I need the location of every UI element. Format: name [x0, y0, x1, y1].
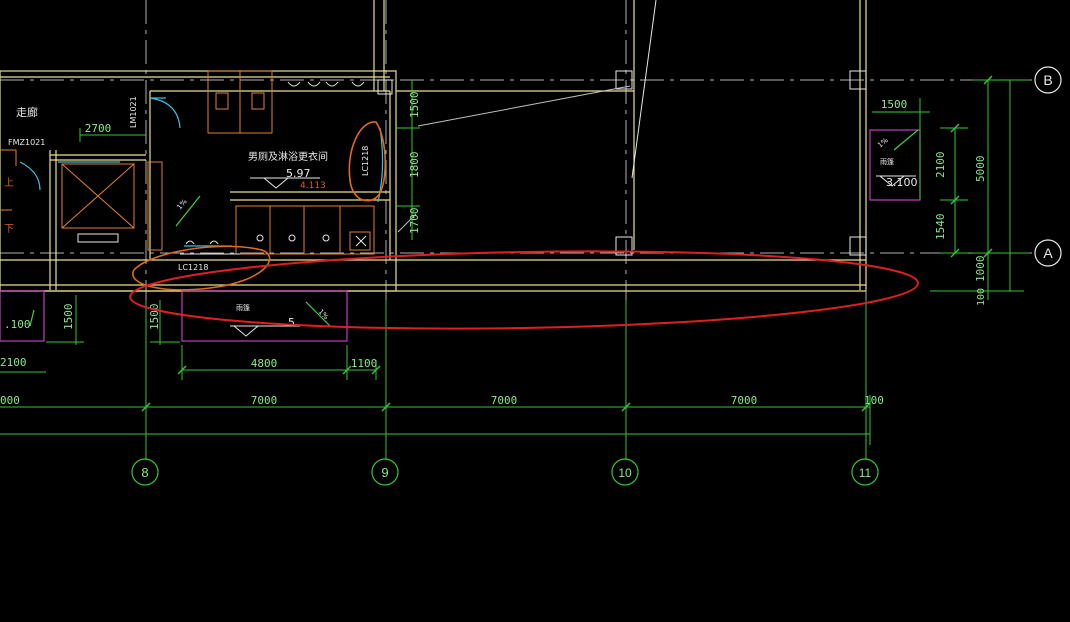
- door-fm-label: FMZ1021: [8, 138, 45, 147]
- elev-restroom: 5.97: [286, 167, 311, 180]
- elev-restroom-sub: 4.113: [300, 181, 326, 191]
- axis-label-a: A: [1043, 245, 1053, 261]
- axis-bubbles: [131, 66, 1062, 486]
- canopy-label: 雨篷: [236, 303, 250, 312]
- dim-right-2100: 2100: [934, 152, 947, 179]
- stair-up: 上: [4, 177, 14, 189]
- room-restroom: 男厕及淋浴更衣间: [248, 150, 328, 163]
- axis-label-9: 9: [381, 465, 388, 480]
- building-walls: [0, 0, 867, 292]
- dim-right-1540: 1540: [934, 214, 947, 241]
- axis-label-10: 10: [618, 466, 632, 480]
- elev-right: 3.100: [886, 176, 918, 189]
- door-lm-label: LM1021: [129, 96, 138, 128]
- stair-down: 下: [4, 224, 14, 235]
- canopies: [0, 129, 921, 342]
- room-corridor: 走廊: [16, 105, 38, 119]
- dim-sub-4800: 4800: [251, 357, 278, 370]
- lc-label-side: LC1218: [361, 146, 370, 176]
- dim-span-10-11: 7000: [731, 394, 758, 407]
- leader-line: [417, 85, 631, 127]
- slope-arrows: [29, 129, 919, 327]
- canopy-label-right: 雨篷: [880, 157, 894, 166]
- dim-right-1500: 1500: [881, 98, 908, 111]
- lc-label: LC1218: [178, 263, 208, 272]
- axis-label-11: 11: [859, 466, 872, 480]
- slope-label-1: 1%: [175, 197, 188, 211]
- dim-left-edge-100: .100: [4, 318, 31, 331]
- slope-label-3: 1%: [317, 308, 331, 322]
- axis-label-b: B: [1043, 72, 1052, 88]
- dim-left-1500-a: 1500: [62, 304, 75, 331]
- dim-col9-1700: 1700: [408, 208, 421, 235]
- dim-room-2700: 2700: [85, 122, 112, 135]
- structural-columns: [377, 70, 867, 256]
- dim-span-8-9: 7000: [251, 394, 278, 407]
- axis-gridlines: [0, 0, 1032, 460]
- dim-right-100: 100: [976, 288, 987, 306]
- slanted-line: [631, 0, 657, 179]
- elev-canopy: 5: [288, 316, 295, 329]
- elevator-shaft: [61, 161, 163, 251]
- dim-col9-1800: 1800: [408, 152, 421, 179]
- door-swings: [19, 97, 384, 247]
- dim-right-1000: 1000: [974, 256, 987, 283]
- dim-right-5000: 5000: [974, 156, 987, 183]
- dim-span-left: 000: [0, 394, 20, 407]
- red-markup-ellipse: [129, 250, 919, 330]
- dim-span-9-10: 7000: [491, 394, 518, 407]
- dim-span-right: 100: [864, 394, 884, 407]
- axis-label-8: 8: [141, 465, 148, 480]
- dim-left-edge-2100: 2100: [0, 356, 27, 369]
- dim-col9-1500: 1500: [408, 92, 421, 119]
- cad-drawing-canvas[interactable]: 8 9 10 11 B A 000 7000 7000 7000 100 480…: [0, 0, 1070, 622]
- dim-sub-1100: 1100: [351, 357, 378, 370]
- slope-label-2: 1%: [876, 136, 890, 149]
